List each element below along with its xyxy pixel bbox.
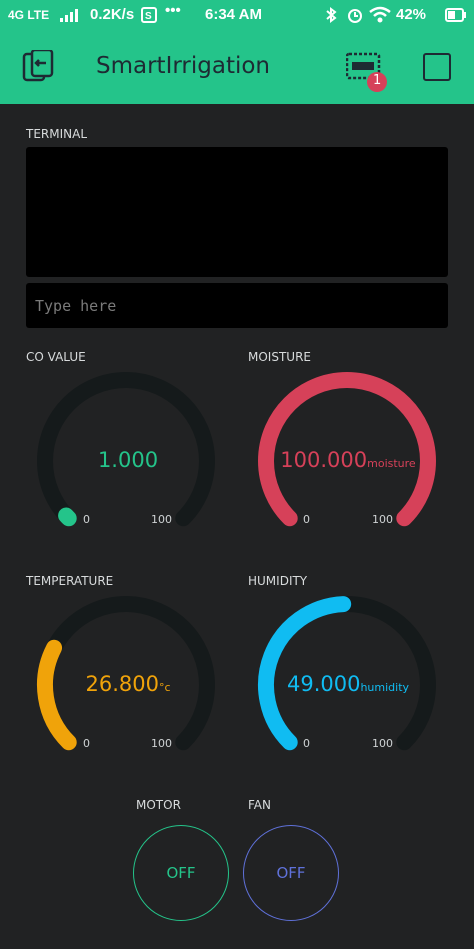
gauge-reading: 26.800 bbox=[85, 672, 159, 696]
notification-badge: 1 bbox=[373, 73, 382, 88]
gauge-unit: moisture bbox=[367, 457, 416, 470]
fan-state: OFF bbox=[276, 864, 306, 882]
gauge-max: 100 bbox=[151, 737, 172, 750]
gauge-max: 100 bbox=[372, 737, 393, 750]
gauge-unit: humidity bbox=[360, 681, 410, 694]
motor-label: MOTOR bbox=[136, 798, 181, 812]
gauge-unit: °c bbox=[158, 681, 171, 694]
battery-icon bbox=[445, 7, 467, 27]
gauge-label-temperature: TEMPERATURE bbox=[26, 574, 114, 588]
alarm-icon bbox=[346, 6, 364, 28]
terminal-input[interactable] bbox=[26, 283, 448, 328]
gauge-max: 100 bbox=[151, 513, 172, 526]
gauge-fill bbox=[58, 507, 77, 527]
gauge-label-moisture: MOISTURE bbox=[248, 350, 311, 364]
terminal-output bbox=[26, 147, 448, 277]
battery-level: 42% bbox=[396, 6, 427, 23]
gauge-reading: 49.000 bbox=[286, 672, 361, 696]
device-icon[interactable]: 1 bbox=[345, 52, 390, 98]
app-title: SmartIrrigation bbox=[96, 53, 271, 79]
wifi-icon bbox=[369, 6, 391, 28]
back-to-projects-icon[interactable] bbox=[20, 48, 54, 88]
network-type: 4G LTE bbox=[8, 8, 50, 22]
bluetooth-icon bbox=[325, 7, 337, 27]
status-bar: 4G LTE 0.2K/s S ••• 6:34 AM 42% bbox=[0, 0, 474, 30]
stop-button[interactable] bbox=[423, 53, 451, 81]
svg-text:S: S bbox=[145, 11, 152, 22]
gauge-value-moisture: 100.000moisture bbox=[258, 448, 438, 472]
gauge-value-humidity: 49.000humidity bbox=[258, 672, 438, 696]
gauge-max: 100 bbox=[372, 513, 393, 526]
gauge-min: 0 bbox=[303, 737, 310, 750]
gauge-value-temperature: 26.800°c bbox=[38, 672, 218, 696]
gauge-min: 0 bbox=[83, 737, 90, 750]
gauge-min: 0 bbox=[83, 513, 90, 526]
terminal-label: TERMINAL bbox=[26, 127, 88, 141]
gauge-label-co-value: CO VALUE bbox=[26, 350, 86, 364]
more-icon: ••• bbox=[165, 2, 181, 19]
gauge-reading: 100.000 bbox=[280, 448, 368, 472]
fan-label: FAN bbox=[248, 798, 271, 812]
clock: 6:34 AM bbox=[205, 6, 262, 23]
gauge-label-humidity: HUMIDITY bbox=[248, 574, 308, 588]
gauge-min: 0 bbox=[303, 513, 310, 526]
fan-toggle-button[interactable]: OFF bbox=[243, 825, 339, 921]
gauge-value-co-value: 1.000 bbox=[38, 448, 218, 472]
motor-state: OFF bbox=[166, 864, 196, 882]
signal-icon bbox=[60, 8, 82, 26]
gauge-reading: 1.000 bbox=[97, 448, 159, 472]
network-speed: 0.2K/s bbox=[90, 6, 135, 23]
sim-icon: S bbox=[141, 7, 157, 27]
motor-toggle-button[interactable]: OFF bbox=[133, 825, 229, 921]
